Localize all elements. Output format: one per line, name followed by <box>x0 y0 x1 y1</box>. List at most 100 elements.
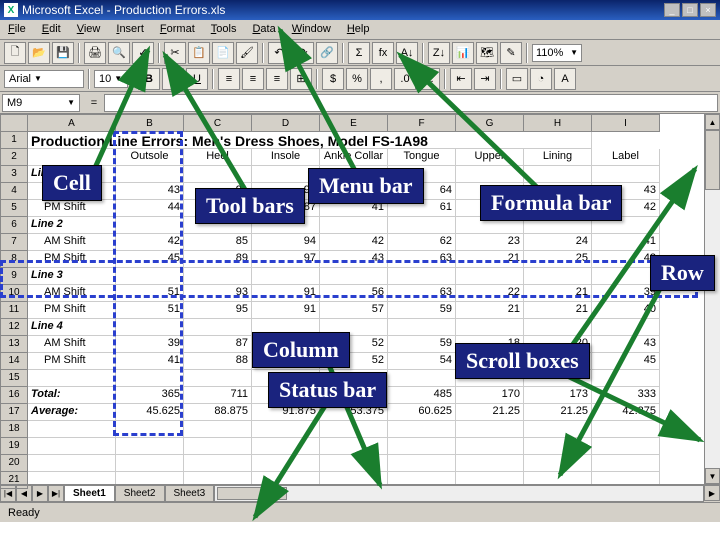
indent-icon[interactable]: ⇥ <box>474 68 496 90</box>
cell[interactable]: 20 <box>524 336 592 353</box>
title-cell[interactable]: Production Line Errors: Men's Dress Shoe… <box>28 132 592 149</box>
cell[interactable]: 85 <box>184 234 252 251</box>
cell[interactable]: PM Shift <box>28 200 116 217</box>
cell[interactable]: 64 <box>388 183 456 200</box>
cell[interactable]: 44 <box>116 200 184 217</box>
cell[interactable]: 61 <box>388 200 456 217</box>
cell[interactable] <box>456 438 524 455</box>
cell[interactable] <box>116 319 184 336</box>
vertical-scroll-track[interactable] <box>705 130 720 468</box>
cell[interactable]: 52 <box>320 353 388 370</box>
vertical-scrollbar[interactable]: ▲ ▼ <box>704 114 720 484</box>
cell[interactable]: 42 <box>320 234 388 251</box>
cell[interactable] <box>184 268 252 285</box>
cell[interactable]: 365 <box>116 387 184 404</box>
cell[interactable] <box>252 268 320 285</box>
name-box[interactable]: M9▼ <box>2 94 80 112</box>
cell[interactable]: 41 <box>320 200 388 217</box>
cell[interactable] <box>524 472 592 484</box>
column-header-C[interactable]: C <box>184 114 252 132</box>
menu-view[interactable]: View <box>69 20 109 39</box>
dec-inc-icon[interactable]: .0 <box>394 68 416 90</box>
comma-icon[interactable]: , <box>370 68 392 90</box>
maximize-button[interactable]: □ <box>682 3 698 17</box>
cell[interactable] <box>524 455 592 472</box>
tab-nav-first[interactable]: |◀ <box>0 485 16 502</box>
cell[interactable] <box>320 319 388 336</box>
cell[interactable]: 45 <box>116 251 184 268</box>
cell[interactable]: 25 <box>524 251 592 268</box>
cell[interactable]: 21 <box>524 285 592 302</box>
cell[interactable]: 43 <box>592 336 660 353</box>
cell[interactable] <box>456 268 524 285</box>
menu-data[interactable]: Data <box>244 20 283 39</box>
drawing-icon[interactable]: ✎ <box>500 42 522 64</box>
cell[interactable]: Outsole <box>116 149 184 166</box>
cell[interactable]: 21.25 <box>456 404 524 421</box>
cell[interactable]: 22 <box>524 353 592 370</box>
cell[interactable]: AM Shift <box>28 234 116 251</box>
cell[interactable] <box>28 455 116 472</box>
cell[interactable]: 173 <box>524 387 592 404</box>
cell[interactable] <box>456 166 524 183</box>
cell[interactable] <box>592 472 660 484</box>
cell[interactable] <box>388 217 456 234</box>
cell[interactable]: 59 <box>388 302 456 319</box>
cell[interactable] <box>592 319 660 336</box>
cell[interactable] <box>456 370 524 387</box>
cell[interactable]: 88 <box>184 353 252 370</box>
cell[interactable]: 51 <box>116 302 184 319</box>
cell[interactable] <box>456 455 524 472</box>
cell[interactable]: 39 <box>592 285 660 302</box>
cell[interactable] <box>592 166 660 183</box>
column-header-E[interactable]: E <box>320 114 388 132</box>
row-header[interactable]: 6 <box>0 217 28 234</box>
cell[interactable]: Line 4 <box>28 319 116 336</box>
cell[interactable] <box>116 370 184 387</box>
function-icon[interactable]: fx <box>372 42 394 64</box>
autosum-icon[interactable]: Σ <box>348 42 370 64</box>
cell[interactable] <box>388 455 456 472</box>
cell[interactable]: 97 <box>252 251 320 268</box>
cell[interactable]: 89 <box>252 353 320 370</box>
cell[interactable]: 21.25 <box>524 404 592 421</box>
cell[interactable]: 60.625 <box>388 404 456 421</box>
row-header[interactable]: 9 <box>0 268 28 285</box>
cell[interactable]: 63 <box>388 285 456 302</box>
cell[interactable] <box>252 319 320 336</box>
save-icon[interactable]: 💾 <box>52 42 74 64</box>
cell[interactable] <box>184 438 252 455</box>
cell[interactable]: 21 <box>456 302 524 319</box>
italic-icon[interactable]: I <box>162 68 184 90</box>
cell[interactable]: 21 <box>524 183 592 200</box>
cell[interactable]: 94 <box>252 234 320 251</box>
merge-icon[interactable]: ⊞ <box>290 68 312 90</box>
cell[interactable]: 56 <box>320 285 388 302</box>
cell[interactable]: 22 <box>456 285 524 302</box>
column-header-B[interactable]: B <box>116 114 184 132</box>
cell[interactable] <box>592 438 660 455</box>
cell[interactable]: 62 <box>388 234 456 251</box>
tab-nav-next[interactable]: ▶ <box>32 485 48 502</box>
cell[interactable] <box>28 421 116 438</box>
cell[interactable] <box>388 472 456 484</box>
cell[interactable] <box>28 472 116 484</box>
cell[interactable] <box>320 370 388 387</box>
cell[interactable]: 43 <box>320 251 388 268</box>
cell[interactable]: 711 <box>184 387 252 404</box>
column-header-A[interactable]: A <box>28 114 116 132</box>
cell[interactable] <box>320 438 388 455</box>
row-header[interactable]: 18 <box>0 421 28 438</box>
cell[interactable] <box>252 455 320 472</box>
cell[interactable]: 54 <box>388 353 456 370</box>
cell[interactable]: 57 <box>320 302 388 319</box>
cell[interactable] <box>184 217 252 234</box>
row-header[interactable]: 1 <box>0 132 28 149</box>
cell[interactable]: 22 <box>524 200 592 217</box>
cell[interactable] <box>524 217 592 234</box>
cell[interactable]: 41 <box>592 234 660 251</box>
cell[interactable] <box>116 421 184 438</box>
cell[interactable]: 91.875 <box>252 404 320 421</box>
cell[interactable] <box>116 455 184 472</box>
map-icon[interactable]: 🗺 <box>476 42 498 64</box>
